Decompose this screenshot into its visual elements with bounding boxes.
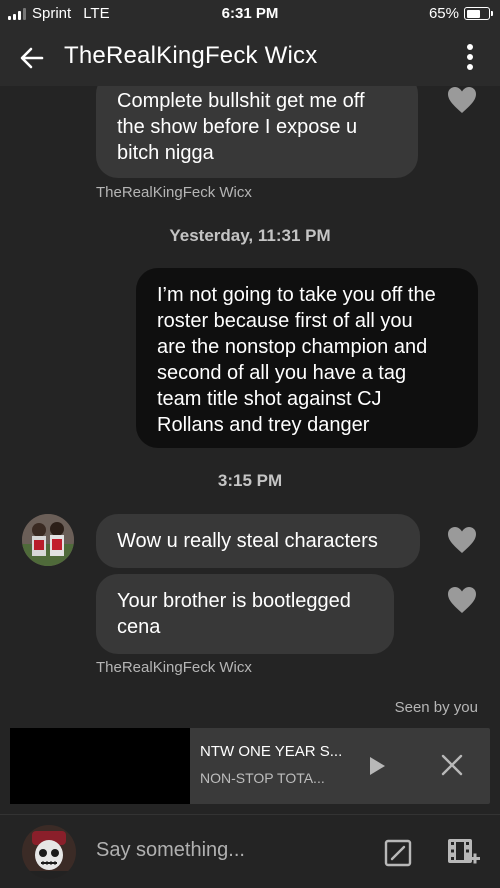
arrow-left-icon[interactable] (18, 44, 46, 72)
message-line: bitch nigga (117, 142, 214, 164)
message-bubble[interactable]: Wow u really steal characters (96, 514, 420, 568)
media-subtitle: NON-STOP TOTA... (200, 770, 325, 786)
media-player-bar[interactable]: NTW ONE YEAR S... NON-STOP TOTA... (10, 728, 490, 804)
sender-label: TheRealKingFeck Wicx (96, 184, 252, 201)
status-bar: Sprint LTE 6:31 PM 65% (0, 0, 500, 30)
conversation-title[interactable]: TheRealKingFeck Wicx (64, 42, 317, 70)
timestamp: 3:15 PM (217, 471, 283, 490)
message-line: Complete bullshit get me off (117, 90, 365, 112)
message-line: are the nonstop champion and (157, 336, 428, 358)
battery-icon (464, 7, 493, 20)
message-line: cena (117, 616, 161, 638)
message-line: second of all you have a tag (157, 362, 407, 384)
heart-icon[interactable] (447, 526, 477, 554)
message-line: I’m not going to take you off the (157, 284, 436, 306)
play-icon[interactable] (366, 754, 388, 778)
heart-icon[interactable] (447, 586, 477, 614)
message-line: team title shot against CJ (157, 388, 382, 410)
message-bubble[interactable]: Complete bullshit get me off the show be… (96, 86, 418, 178)
media-title: NTW ONE YEAR S... (200, 743, 343, 760)
conversation-header: TheRealKingFeck Wicx (0, 30, 500, 86)
seen-indicator: Seen by you (394, 699, 478, 716)
media-thumbnail[interactable] (10, 728, 190, 804)
contact-avatar[interactable] (22, 514, 74, 566)
clock: 6:31 PM (221, 5, 279, 22)
message-bubble[interactable]: I’m not going to take you off the roster… (136, 268, 478, 448)
battery-percent: 65% (428, 5, 459, 22)
message-line: Wow u really steal characters (117, 530, 378, 552)
message-line: the show before I expose u (117, 116, 358, 138)
message-line: Rollans and trey danger (157, 414, 370, 436)
sender-label: TheRealKingFeck Wicx (96, 659, 252, 676)
message-line: roster because first of all you (157, 310, 413, 332)
user-avatar[interactable] (22, 825, 76, 879)
more-vertical-icon[interactable] (466, 43, 474, 71)
avatar-image (22, 514, 74, 566)
close-icon[interactable] (440, 753, 464, 777)
message-line: Your brother is bootlegged (117, 590, 351, 612)
timestamp: Yesterday, 11:31 PM (169, 226, 331, 245)
message-composer: Say something... (0, 814, 500, 888)
message-input[interactable]: Say something... (96, 839, 245, 862)
heart-icon[interactable] (447, 86, 477, 114)
doodle-icon[interactable] (384, 839, 412, 867)
message-bubble[interactable]: Your brother is bootlegged cena (96, 574, 394, 654)
message-list[interactable]: Complete bullshit get me off the show be… (0, 86, 500, 726)
avatar-image (22, 825, 76, 879)
add-media-icon[interactable] (446, 837, 480, 869)
